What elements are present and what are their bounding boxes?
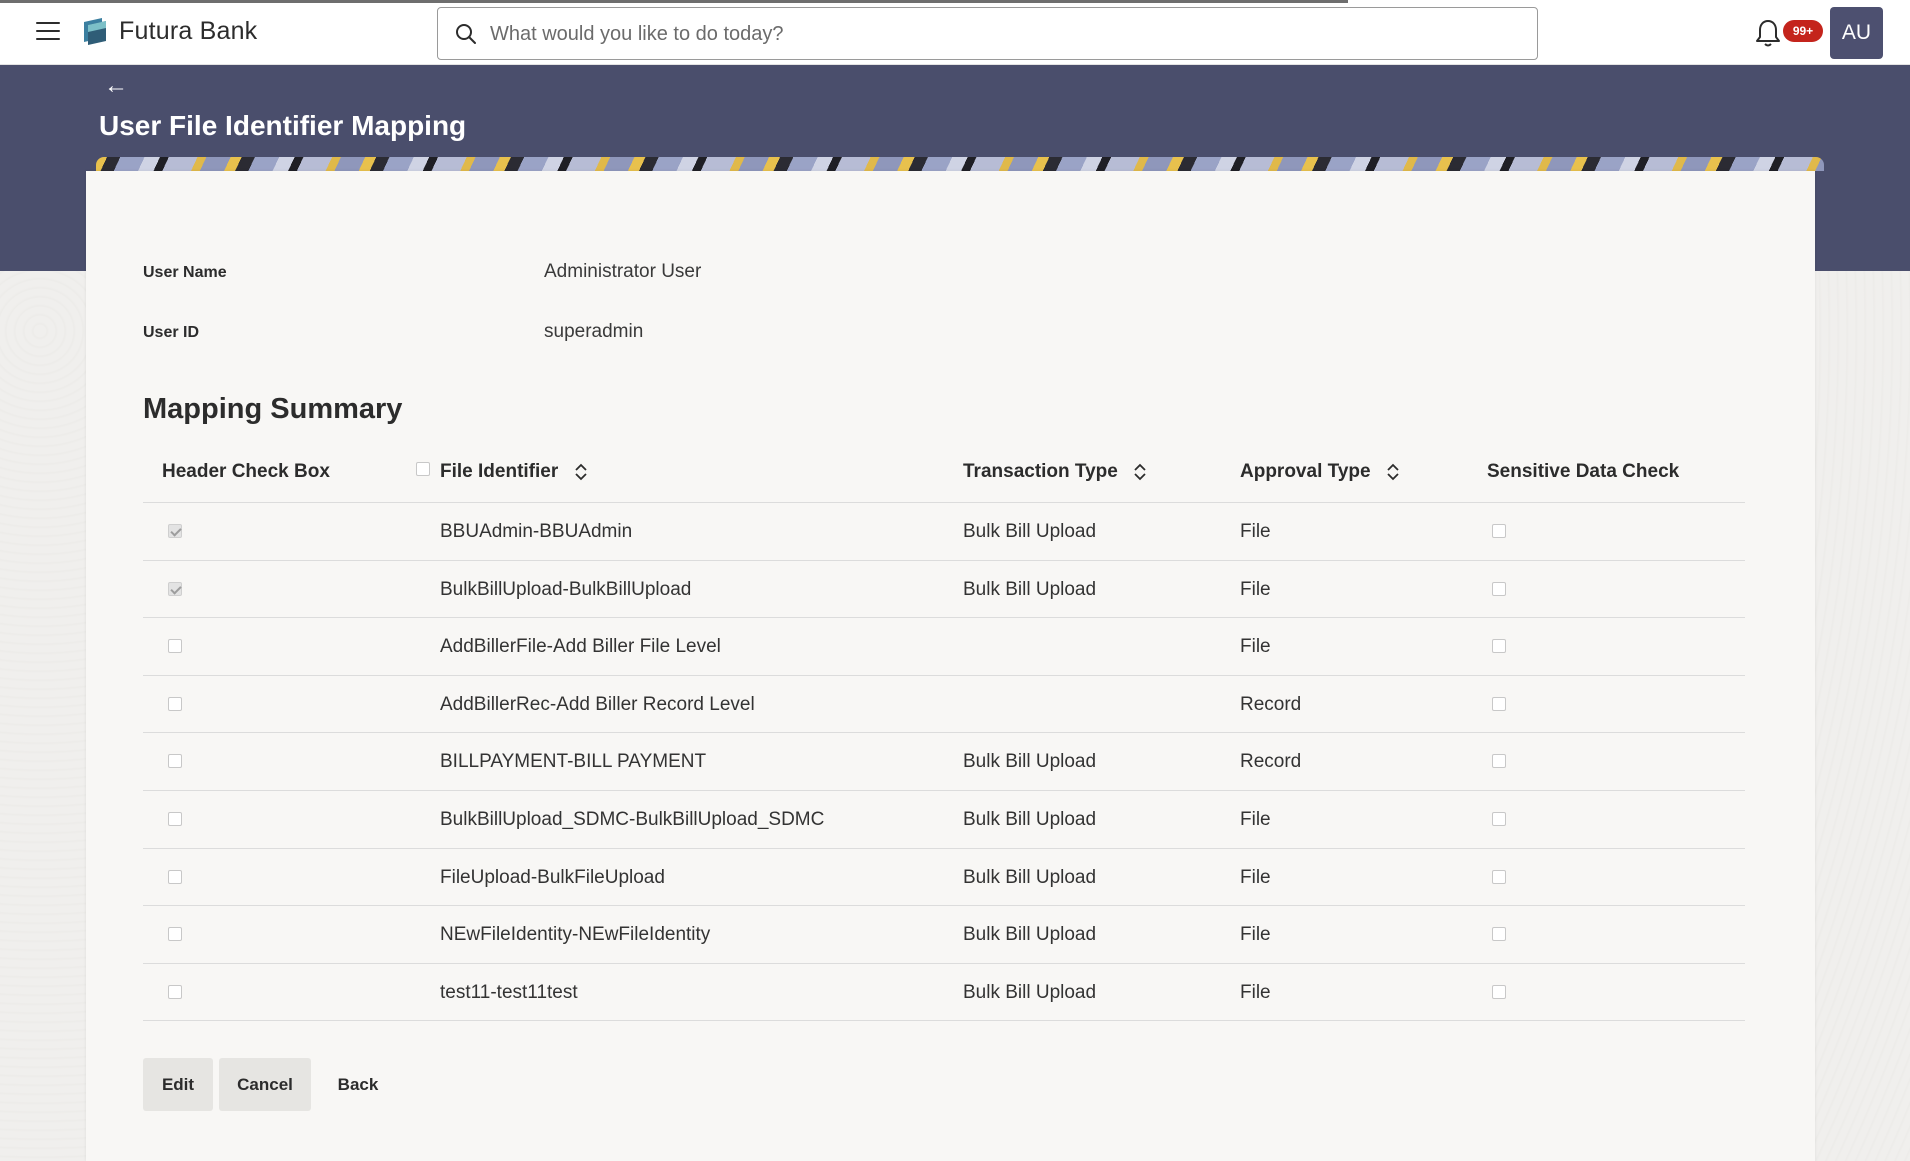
- content-card: User Name Administrator User User ID sup…: [86, 171, 1815, 1161]
- loading-progress-bar: [0, 0, 1348, 3]
- row-select-checkbox[interactable]: [168, 811, 182, 826]
- sort-icon[interactable]: [1133, 462, 1147, 482]
- file-identifier-label: File Identifier: [440, 461, 559, 482]
- file-identifier-cell: BILLPAYMENT-BILL PAYMENT: [440, 751, 707, 773]
- search-bar[interactable]: [437, 7, 1538, 60]
- approval-type-cell: File: [1240, 578, 1271, 600]
- sensitive-data-checkbox[interactable]: [1492, 869, 1506, 884]
- row-select-checkbox[interactable]: [168, 639, 182, 654]
- back-button[interactable]: Back: [318, 1058, 398, 1111]
- decorative-banner: [96, 157, 1824, 171]
- table-row: FileUpload-BulkFileUpload Bulk Bill Uploa…: [143, 849, 1745, 907]
- table-row: BulkBillUpload-BulkBillUpload Bulk Bill U…: [143, 561, 1745, 619]
- search-input[interactable]: [490, 16, 1520, 52]
- table-body: BBUAdmin-BBUAdmin Bulk Bill Upload File Bul…: [143, 503, 1745, 1022]
- row-select-checkbox[interactable]: [168, 869, 182, 884]
- approval-type-cell: File: [1240, 636, 1271, 658]
- search-icon: [456, 24, 476, 44]
- table-row: BulkBillUpload_SDMC-BulkBillUpload_SDMC B…: [143, 791, 1745, 849]
- sensitive-data-checkbox[interactable]: [1492, 927, 1506, 942]
- sensitive-data-checkbox[interactable]: [1492, 524, 1506, 538]
- header-check-box-label: Header Check Box: [162, 461, 330, 482]
- table-row: test11-test11test Bulk Bill Upload File: [143, 964, 1745, 1022]
- file-identifier-cell: BulkBillUpload-BulkBillUpload: [440, 578, 692, 600]
- sensitive-data-checkbox[interactable]: [1492, 581, 1506, 596]
- transaction-type-cell: Bulk Bill Upload: [963, 521, 1097, 542]
- sensitive-data-checkbox[interactable]: [1492, 639, 1506, 654]
- header-select-all-checkbox[interactable]: [416, 462, 430, 476]
- row-select-checkbox[interactable]: [168, 696, 182, 711]
- mapping-summary-table: Header Check Box File Identifier Transac…: [143, 443, 1745, 1022]
- file-identifier-cell: BulkBillUpload_SDMC-BulkBillUpload_SDMC: [440, 808, 825, 830]
- approval-type-cell: File: [1240, 808, 1271, 830]
- page-title: User File Identifier Mapping: [99, 110, 467, 141]
- transaction-type-cell: Bulk Bill Upload: [963, 808, 1097, 830]
- file-identifier-column[interactable]: File Identifier: [440, 461, 588, 483]
- hamburger-menu-icon[interactable]: [36, 22, 60, 42]
- cancel-button[interactable]: Cancel: [219, 1058, 311, 1111]
- table-row: AddBillerRec-Add Biller Record Level Reco…: [143, 676, 1745, 734]
- sort-icon[interactable]: [574, 462, 588, 482]
- approval-type-cell: Record: [1240, 751, 1302, 773]
- table-row: NEwFileIdentity-NEwFileIdentity Bulk Bill…: [143, 906, 1745, 964]
- file-identifier-cell: AddBillerFile-Add Biller File Level: [440, 636, 721, 658]
- approval-type-cell: File: [1240, 924, 1271, 946]
- file-identifier-cell: NEwFileIdentity-NEwFileIdentity: [440, 924, 711, 946]
- table-header: Header Check Box File Identifier Transac…: [143, 443, 1745, 503]
- sensitive-data-checkbox[interactable]: [1492, 811, 1506, 826]
- bell-icon[interactable]: [1754, 18, 1782, 48]
- table-row: AddBillerFile-Add Biller File Level File: [143, 618, 1745, 676]
- approval-type-cell: Record: [1240, 693, 1302, 715]
- transaction-type-cell: Bulk Bill Upload: [963, 751, 1097, 773]
- file-identifier-cell: BBUAdmin-BBUAdmin: [440, 521, 633, 542]
- sort-icon[interactable]: [1386, 462, 1400, 482]
- approval-type-cell: File: [1240, 981, 1271, 1003]
- top-bar: Futura Bank 99+ AU: [0, 0, 1910, 65]
- sensitive-data-checkbox[interactable]: [1492, 696, 1506, 711]
- transaction-type-cell: Bulk Bill Upload: [963, 924, 1097, 946]
- approval-type-cell: File: [1240, 866, 1271, 888]
- user-id-value: superadmin: [544, 321, 644, 342]
- brand-name[interactable]: Futura Bank: [119, 17, 257, 46]
- header-check-box-column: Header Check Box: [162, 461, 330, 483]
- bank-logo-icon: [84, 18, 106, 45]
- notification-badge: 99+: [1783, 20, 1823, 42]
- user-name-value: Administrator User: [544, 261, 702, 282]
- table-row: BBUAdmin-BBUAdmin Bulk Bill Upload File: [143, 503, 1745, 561]
- approval-type-column[interactable]: Approval Type: [1240, 461, 1400, 483]
- row-select-checkbox[interactable]: [168, 754, 182, 769]
- row-select-checkbox[interactable]: [168, 581, 182, 596]
- user-avatar[interactable]: AU: [1830, 7, 1883, 59]
- file-identifier-cell: AddBillerRec-Add Biller Record Level: [440, 693, 755, 715]
- approval-type-label: Approval Type: [1240, 461, 1371, 482]
- sensitive-data-checkbox[interactable]: [1492, 984, 1506, 999]
- approval-type-cell: File: [1240, 521, 1271, 542]
- sensitive-data-check-label: Sensitive Data Check: [1487, 461, 1680, 482]
- table-row: BILLPAYMENT-BILL PAYMENT Bulk Bill Upload…: [143, 733, 1745, 791]
- transaction-type-label: Transaction Type: [963, 461, 1118, 482]
- file-identifier-cell: test11-test11test: [440, 981, 578, 1003]
- transaction-type-cell: Bulk Bill Upload: [963, 981, 1097, 1003]
- row-select-checkbox[interactable]: [168, 524, 182, 538]
- file-identifier-cell: FileUpload-BulkFileUpload: [440, 866, 665, 888]
- edit-button[interactable]: Edit: [143, 1058, 213, 1111]
- sensitive-data-check-column: Sensitive Data Check: [1487, 461, 1679, 483]
- user-name-label: User Name: [143, 264, 227, 281]
- transaction-type-cell: Bulk Bill Upload: [963, 578, 1097, 600]
- transaction-type-cell: Bulk Bill Upload: [963, 866, 1097, 888]
- back-arrow-icon[interactable]: ←: [104, 72, 128, 100]
- transaction-type-column[interactable]: Transaction Type: [963, 461, 1147, 483]
- mapping-summary-title: Mapping Summary: [143, 393, 403, 425]
- row-select-checkbox[interactable]: [168, 984, 182, 999]
- sensitive-data-checkbox[interactable]: [1492, 754, 1506, 769]
- user-id-label: User ID: [143, 324, 200, 341]
- row-select-checkbox[interactable]: [168, 927, 182, 942]
